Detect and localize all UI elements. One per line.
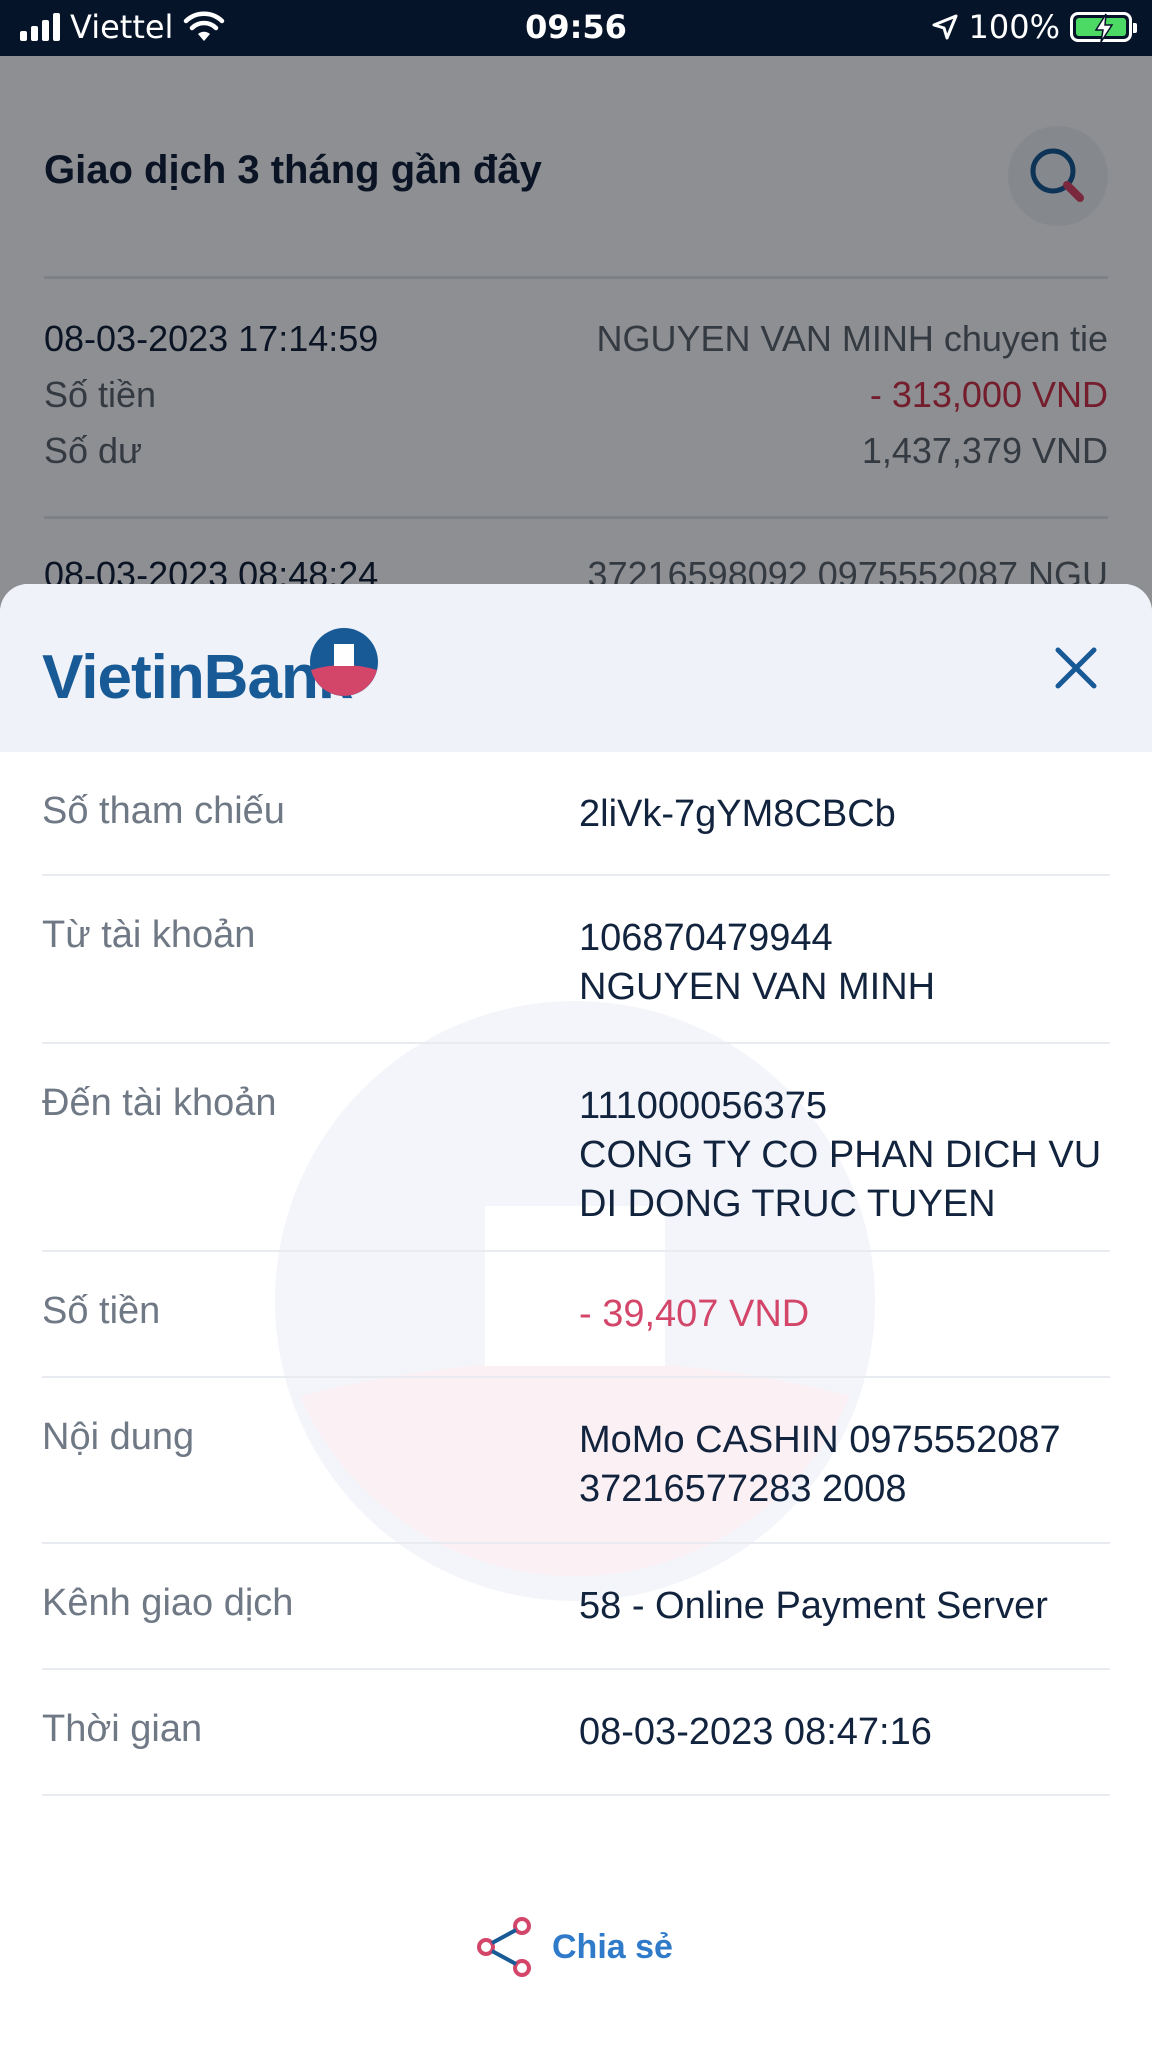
detail-value-line: DI DONG TRUC TUYEN: [579, 1183, 996, 1225]
detail-value-line: 08-03-2023 08:47:16: [579, 1711, 932, 1753]
detail-value-line: NGUYEN VAN MINH: [579, 966, 936, 1008]
detail-row-content: Nội dung MoMo CASHIN 0975552087 37216577…: [42, 1378, 1110, 1544]
detail-row-from-account: Từ tài khoản 106870479944 NGUYEN VAN MIN…: [42, 876, 1110, 1044]
detail-label: Đến tài khoản: [42, 1082, 277, 1124]
detail-row-amount: Số tiền - 39,407 VND: [42, 1252, 1110, 1378]
detail-value-line: - 39,407 VND: [579, 1293, 810, 1335]
detail-label: Kênh giao dịch: [42, 1582, 294, 1624]
share-button[interactable]: Chia sẻ: [476, 1916, 673, 1978]
detail-row-channel: Kênh giao dịch 58 - Online Payment Serve…: [42, 1544, 1110, 1670]
detail-row-time: Thời gian 08-03-2023 08:47:16: [42, 1670, 1110, 1796]
detail-value: - 39,407 VND: [579, 1290, 1109, 1339]
detail-value: MoMo CASHIN 0975552087 37216577283 2008: [579, 1416, 1109, 1514]
detail-value-line: 2liVk-7gYM8CBCb: [579, 793, 896, 835]
detail-value-line: 111000056375: [579, 1085, 827, 1127]
detail-value: 58 - Online Payment Server: [579, 1582, 1109, 1631]
detail-label: Số tiền: [42, 1290, 161, 1332]
status-right: 100%: [931, 8, 1137, 46]
location-arrow-icon: [932, 14, 958, 40]
detail-value-line: CONG TY CO PHAN DICH VU: [579, 1134, 1102, 1176]
transaction-detail-sheet: VietinBank Số tham chiếu 2liVk-7gYM8CBCb…: [0, 584, 1152, 2048]
detail-value: 08-03-2023 08:47:16: [579, 1708, 1109, 1757]
share-icon: [477, 1917, 531, 1977]
detail-label: Thời gian: [42, 1708, 203, 1750]
detail-value: 111000056375 CONG TY CO PHAN DICH VU DI …: [579, 1082, 1109, 1229]
share-label: Chia sẻ: [552, 1927, 673, 1966]
detail-label: Số tham chiếu: [42, 790, 285, 832]
detail-row-reference: Số tham chiếu 2liVk-7gYM8CBCb: [42, 752, 1110, 876]
detail-value-line: MoMo CASHIN 0975552087: [579, 1419, 1061, 1461]
status-bar: Viettel 09:56 100%: [0, 0, 1152, 56]
detail-value: 2liVk-7gYM8CBCb: [579, 790, 1109, 839]
detail-value: 106870479944 NGUYEN VAN MINH: [579, 914, 1109, 1012]
detail-label: Từ tài khoản: [42, 914, 256, 956]
detail-value-line: 58 - Online Payment Server: [579, 1585, 1048, 1627]
detail-label: Nội dung: [42, 1416, 195, 1458]
battery-percent: 100%: [968, 8, 1060, 46]
battery-charging-icon: [1070, 12, 1137, 43]
detail-row-to-account: Đến tài khoản 111000056375 CONG TY CO PH…: [42, 1044, 1110, 1252]
detail-value-line: 106870479944: [579, 917, 833, 959]
detail-value-line: 37216577283 2008: [579, 1468, 907, 1510]
